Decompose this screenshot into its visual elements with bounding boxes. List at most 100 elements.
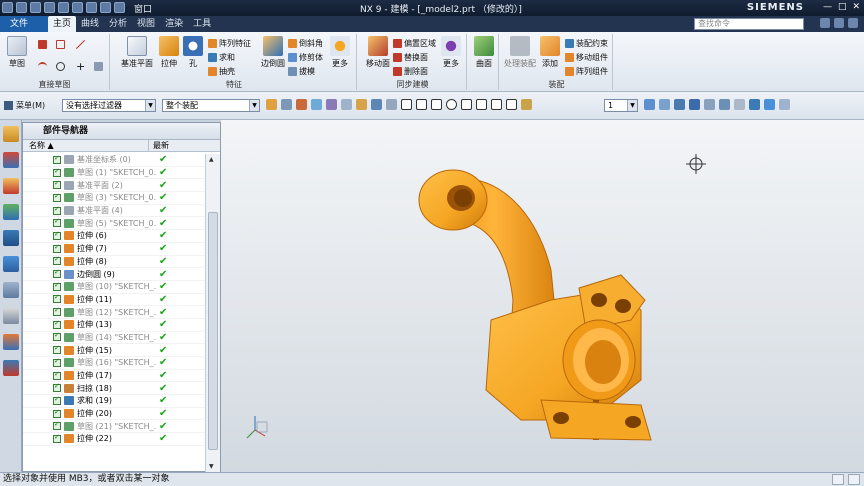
visibility-checkbox[interactable] [53,243,61,253]
visibility-checkbox[interactable] [53,230,61,240]
touch-mode-icon[interactable] [114,2,125,13]
maximize-icon[interactable]: □ [838,2,847,12]
tree-row[interactable]: 基准坐标系 (0) ✔ [23,154,206,167]
column-latest[interactable]: 最新 [149,140,169,151]
visibility-checkbox[interactable] [53,205,61,215]
array-feature-button[interactable]: 阵列特征 [208,38,251,49]
scroll-up-icon[interactable]: ▲ [209,156,214,163]
visibility-checkbox[interactable] [53,154,61,164]
circle-button[interactable] [56,62,65,71]
visibility-checkbox[interactable] [53,331,61,342]
cut-icon[interactable] [58,2,69,13]
array-component-button[interactable]: 阵列组件 [565,66,608,77]
rotate-icon[interactable] [674,99,685,110]
tab-tools[interactable]: 工具 [188,16,216,32]
chamfer-button[interactable]: 倒斜角 [288,38,323,49]
visibility-checkbox[interactable] [53,268,61,279]
tree-row[interactable]: 基准平面 (4) ✔ [23,205,206,218]
shell-button[interactable]: 抽壳 [208,66,235,77]
component-select-icon[interactable] [356,99,367,110]
visibility-checkbox[interactable] [53,217,61,228]
command-search-input[interactable]: 查找命令 [694,18,804,30]
roles-icon[interactable] [3,360,19,376]
offset-region-button[interactable]: 偏置区域 [393,38,436,49]
more-sketch-button[interactable] [94,62,103,71]
tab-view[interactable]: 视图 [132,16,160,32]
help-icon[interactable] [834,18,844,28]
visibility-checkbox[interactable] [53,408,61,418]
add-component-button[interactable]: 添加 [537,36,563,69]
sketch-button[interactable]: 草图 [2,36,32,69]
assembly-constraint-button[interactable]: 装配约束 [565,38,608,49]
line-button[interactable] [76,40,85,49]
layer-dropdown[interactable]: 1 ▼ [604,99,638,112]
tree-row[interactable]: 拉伸 (15) ✔ [23,344,206,357]
trim-body-button[interactable]: 修剪体 [288,52,323,63]
navigator-scrollbar[interactable]: ▲ ▼ [205,154,220,472]
tree-row[interactable]: 拉伸 (22) ✔ [23,433,206,446]
tree-row[interactable]: 拉伸 (7) ✔ [23,243,206,256]
move-component-button[interactable]: 移动组件 [565,52,608,63]
assembly-navigator-icon[interactable] [3,126,19,142]
body-select-icon[interactable] [311,99,322,110]
tree-row[interactable]: 草图 (14) "SKETCH_...✔ [23,331,206,345]
visibility-checkbox[interactable] [53,433,61,443]
feature-select-icon[interactable] [281,99,292,110]
snap-grid-icon[interactable] [371,99,382,110]
work-layer-icon[interactable] [749,99,760,110]
visibility-checkbox[interactable] [53,293,61,304]
window-menu[interactable]: 窗口 [134,2,152,15]
wcs-icon[interactable] [764,99,775,110]
settings-icon[interactable] [848,18,858,28]
tree-row[interactable]: 拉伸 (17) ✔ [23,370,206,383]
snap-point-icon[interactable] [386,99,397,110]
surface-button[interactable]: 曲面 [470,36,498,69]
tab-analysis[interactable]: 分析 [104,16,132,32]
zoom-icon[interactable] [659,99,670,110]
visibility-checkbox[interactable] [53,357,61,367]
visibility-checkbox[interactable] [53,395,61,405]
profile-button[interactable] [38,40,47,49]
tab-curve[interactable]: 曲线 [76,16,104,32]
menu-button[interactable]: 菜单(M) [4,98,45,112]
arc-center-icon[interactable] [461,99,472,110]
more-sync-button[interactable]: 更多 [437,36,465,69]
selection-filter-dropdown[interactable]: 没有选择过滤器 ▼ [62,99,156,112]
tree-row[interactable]: 草图 (12) "SKETCH_...✔ [23,306,206,319]
repeat-icon[interactable] [100,2,111,13]
visibility-checkbox[interactable] [53,319,61,329]
file-menu[interactable]: 文件(F) [0,16,48,45]
save-icon[interactable] [16,2,27,13]
paste-icon[interactable] [86,2,97,13]
history-icon[interactable] [3,282,19,298]
scrollbar-thumb[interactable] [208,212,218,450]
visibility-checkbox[interactable] [53,370,61,380]
visibility-checkbox[interactable] [53,179,61,190]
web-browser-icon[interactable] [3,256,19,272]
tree-row[interactable]: 拉伸 (20) ✔ [23,408,206,421]
visibility-checkbox[interactable] [53,306,61,317]
visibility-checkbox[interactable] [53,420,61,431]
tree-row[interactable]: 草图 (3) "SKETCH_0...✔ [23,192,206,205]
point-button[interactable]: + [76,60,85,73]
selection-scope-dropdown[interactable]: 整个装配 ▼ [162,99,260,112]
arc-button[interactable] [38,62,47,71]
nx-logo-icon[interactable] [2,2,13,13]
minimize-icon[interactable]: — [823,2,832,12]
hole-button[interactable]: 孔 [178,36,208,69]
mid-point-icon[interactable] [416,99,427,110]
more-feature-button[interactable]: 更多 [326,36,354,69]
visibility-checkbox[interactable] [53,382,61,393]
tree-row[interactable]: 基准平面 (2) ✔ [23,179,206,193]
point-on-face-icon[interactable] [521,99,532,110]
tree-row[interactable]: 草图 (5) "SKETCH_0...✔ [23,217,206,231]
face-select-icon[interactable] [296,99,307,110]
column-name[interactable]: 名称 ▲ [23,140,149,151]
tree-row[interactable]: 草图 (10) "SKETCH_...✔ [23,281,206,294]
draft-button[interactable]: 拔模 [288,66,315,77]
visibility-checkbox[interactable] [53,192,61,202]
tree-row[interactable]: 求和 (19) ✔ [23,395,206,408]
select-all-icon[interactable] [266,99,277,110]
edge-blend-button[interactable]: 边倒圆 [256,36,290,69]
part-navigator-icon[interactable] [3,178,19,194]
